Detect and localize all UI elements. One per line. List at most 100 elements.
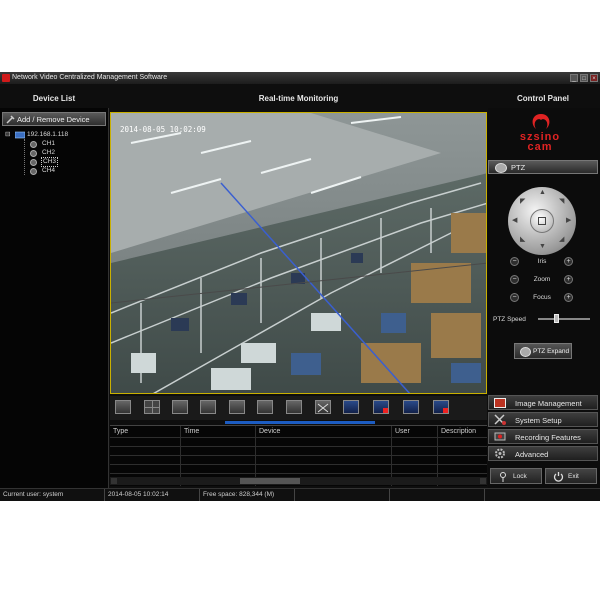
tree-collapse-toggle[interactable]: ⊟ xyxy=(5,130,10,139)
stop-icon xyxy=(383,408,388,413)
focus-label: Focus xyxy=(533,294,551,301)
toolbar-splitter[interactable] xyxy=(225,421,375,424)
advanced-label: Advanced xyxy=(515,450,549,459)
stop-preview-button[interactable] xyxy=(373,400,389,414)
layout-25-button[interactable] xyxy=(229,400,245,414)
camera-icon xyxy=(30,168,37,175)
stop-icon xyxy=(443,408,448,413)
column-description[interactable]: Description xyxy=(441,426,476,437)
exit-label: Exit xyxy=(568,473,579,480)
factory-camera-feed xyxy=(111,113,486,393)
table-row xyxy=(110,446,487,447)
layout-1-button[interactable] xyxy=(115,400,131,414)
ptz-camera-icon xyxy=(520,347,531,357)
ptz-down-button[interactable]: ▼ xyxy=(539,243,546,250)
app-logo-icon xyxy=(2,74,10,82)
wrench-icon xyxy=(6,115,15,124)
record-button[interactable] xyxy=(403,400,419,414)
focus-plus-button[interactable]: + xyxy=(564,293,573,302)
maximize-button[interactable]: □ xyxy=(580,74,588,82)
focus-minus-button[interactable]: − xyxy=(510,293,519,302)
fullscreen-button[interactable] xyxy=(315,400,331,414)
exit-button[interactable]: Exit xyxy=(545,468,597,484)
status-cell xyxy=(390,489,485,501)
device-host[interactable]: 192.168.1.118 xyxy=(27,130,68,139)
camera-icon xyxy=(30,141,37,148)
ptz-up-right-button[interactable]: ◥ xyxy=(559,197,564,205)
ptz-down-left-button[interactable]: ◣ xyxy=(520,235,525,243)
iris-label: Iris xyxy=(537,258,547,265)
iris-minus-button[interactable]: − xyxy=(510,257,519,266)
ptz-center-button[interactable] xyxy=(530,209,554,233)
channel-ch4[interactable]: CH4 xyxy=(42,166,55,175)
layout-9-button[interactable] xyxy=(172,400,188,414)
add-remove-device-button[interactable]: Add / Remove Device xyxy=(2,112,106,126)
ptz-tab[interactable]: PTZ xyxy=(488,160,598,174)
column-user[interactable]: User xyxy=(395,426,410,437)
ptz-up-left-button[interactable]: ◤ xyxy=(520,197,525,205)
ptz-expand-label: PTZ Expand xyxy=(533,348,570,355)
status-datetime: 2014-08-05 10:02:14 xyxy=(105,489,200,501)
channel-ch2[interactable]: CH2 xyxy=(42,148,55,157)
column-time[interactable]: Time xyxy=(184,426,199,437)
dvr-device-icon xyxy=(15,131,25,139)
image-management-label: Image Management xyxy=(515,399,582,408)
camera-icon xyxy=(30,159,37,166)
ptz-speed-slider[interactable] xyxy=(538,318,590,320)
power-icon xyxy=(553,472,564,482)
table-horizontal-scrollbar[interactable] xyxy=(110,477,487,485)
layout-16-button[interactable] xyxy=(200,400,216,414)
live-video-view[interactable] xyxy=(110,112,487,394)
control-panel-heading: Control Panel xyxy=(516,94,569,103)
scroll-right-button[interactable] xyxy=(480,478,486,484)
scroll-left-button[interactable] xyxy=(111,478,117,484)
zoom-minus-button[interactable]: − xyxy=(510,275,519,284)
snapshot-button[interactable] xyxy=(343,400,359,414)
layout-36-button[interactable] xyxy=(257,400,273,414)
ptz-camera-icon xyxy=(495,163,507,173)
status-current-user: Current user: system xyxy=(0,489,105,501)
recording-icon xyxy=(494,432,506,441)
brand-line-2: cam xyxy=(527,141,553,153)
app-window: Network Video Centralized Management Sof… xyxy=(0,72,600,501)
tools-icon xyxy=(494,414,506,425)
minimize-button[interactable]: _ xyxy=(570,74,578,82)
brand-logo-icon xyxy=(532,114,550,129)
add-remove-device-label: Add / Remove Device xyxy=(17,115,90,124)
close-button[interactable]: × xyxy=(590,74,598,82)
ptz-down-right-button[interactable]: ◢ xyxy=(559,235,564,243)
column-type[interactable]: Type xyxy=(113,426,128,437)
lock-button[interactable]: Lock xyxy=(490,468,542,484)
fullscreen-icon xyxy=(317,403,329,413)
stop-square-icon xyxy=(538,217,546,225)
recording-features-label: Recording Features xyxy=(515,433,581,442)
scroll-thumb[interactable] xyxy=(240,478,300,484)
lock-label: Lock xyxy=(513,473,527,480)
image-icon xyxy=(494,398,506,408)
ptz-right-button[interactable]: ▶ xyxy=(566,216,571,224)
zoom-label: Zoom xyxy=(533,276,551,283)
ptz-up-button[interactable]: ▲ xyxy=(539,189,546,196)
ptz-speed-slider-thumb[interactable] xyxy=(554,314,560,323)
brand-logo-text: szsino cam xyxy=(510,132,570,153)
realtime-monitoring-heading: Real-time Monitoring xyxy=(258,94,339,103)
system-setup-label: System Setup xyxy=(515,416,562,425)
table-row xyxy=(110,464,487,465)
ptz-expand-button[interactable]: PTZ Expand xyxy=(514,343,572,359)
channel-ch1[interactable]: CH1 xyxy=(42,139,55,148)
zoom-plus-button[interactable]: + xyxy=(564,275,573,284)
iris-plus-button[interactable]: + xyxy=(564,257,573,266)
ptz-tab-label: PTZ xyxy=(511,163,526,172)
device-list-heading: Device List xyxy=(32,94,76,103)
status-free-space: Free space: 828,344 (M) xyxy=(200,489,295,501)
status-bar: Current user: system 2014-08-05 10:02:14… xyxy=(0,488,600,501)
key-icon xyxy=(500,472,506,482)
layout-4-button[interactable] xyxy=(144,400,160,414)
column-device[interactable]: Device xyxy=(259,426,280,437)
status-cell xyxy=(485,489,600,501)
layout-64-button[interactable] xyxy=(286,400,302,414)
stop-record-button[interactable] xyxy=(433,400,449,414)
ptz-left-button[interactable]: ◀ xyxy=(512,216,517,224)
table-row xyxy=(110,473,487,474)
video-timestamp: 2014-08-05 10:02:09 xyxy=(120,125,206,134)
